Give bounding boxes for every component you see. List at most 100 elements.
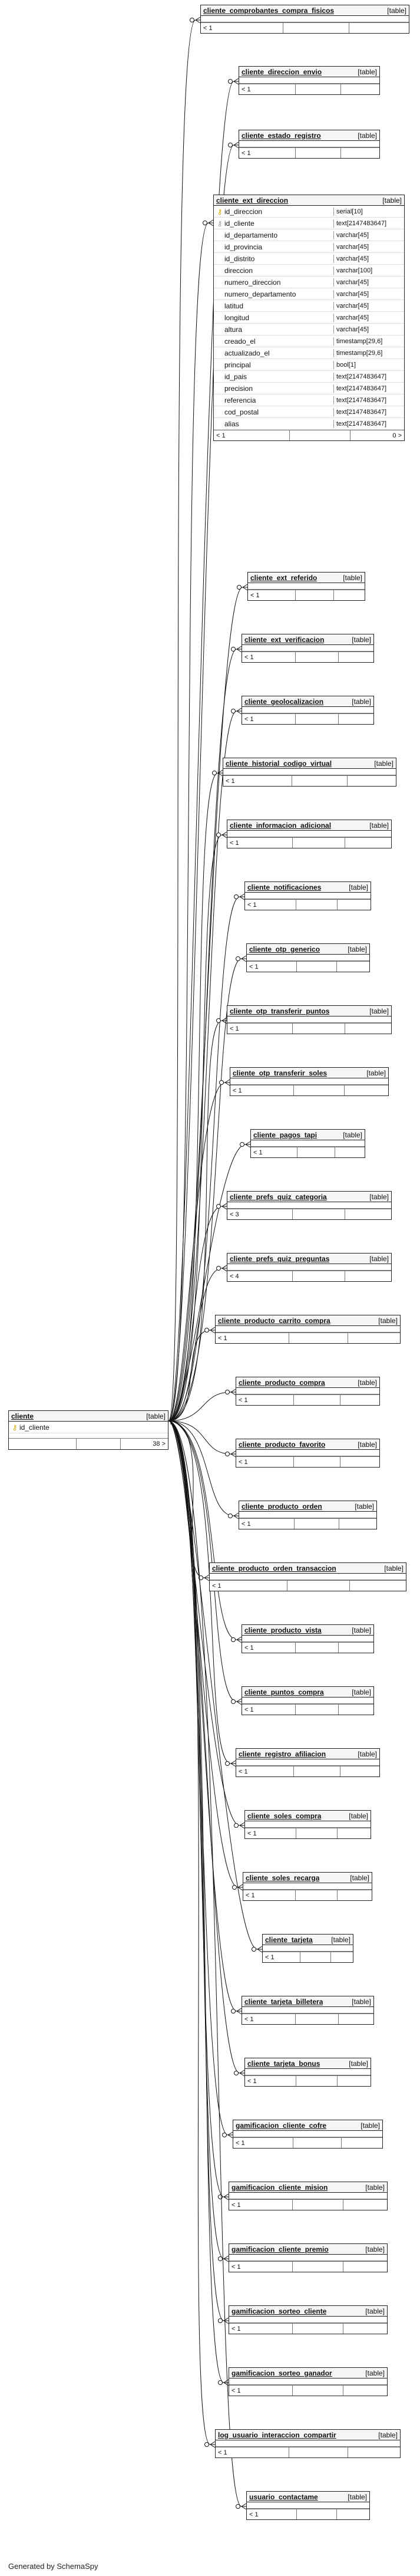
column-row[interactable]: id_departamento varchar[45] — [214, 229, 404, 241]
table-cliente-ext-verificacion[interactable]: cliente_ext_verificacion [table] < 1 — [242, 634, 374, 663]
table-name[interactable]: cliente_soles_compra — [247, 1812, 321, 1820]
table-header: cliente [table] — [9, 1411, 168, 1422]
table-gamificacion-cliente-cofre[interactable]: gamificacion_cliente_cofre [table] < 1 — [233, 2120, 383, 2149]
table-cliente[interactable]: cliente [table] ⚷ id_cliente 38 > — [8, 1410, 168, 1450]
table-name[interactable]: cliente_producto_favorito — [239, 1440, 325, 1449]
table-name[interactable]: cliente_ext_referido — [250, 574, 317, 582]
table-name[interactable]: cliente_producto_orden_transaccion — [212, 1564, 336, 1572]
table-cliente-notificaciones[interactable]: cliente_notificaciones [table] < 1 — [244, 881, 371, 910]
table-gamificacion-cliente-mision[interactable]: gamificacion_cliente_mision [table] < 1 — [229, 2182, 388, 2210]
table-name[interactable]: cliente_otp_transferir_puntos — [230, 1007, 329, 1015]
table-cliente-prefs-quiz-preguntas[interactable]: cliente_prefs_quiz_preguntas [table] < 4 — [227, 1253, 392, 1282]
table-cliente-otp-generico[interactable]: cliente_otp_generico [table] < 1 — [246, 943, 370, 972]
table-name[interactable]: cliente_informacion_adicional — [230, 821, 331, 830]
table-name[interactable]: cliente_prefs_quiz_categoria — [230, 1193, 327, 1201]
column-row[interactable]: ⚷ id_cliente — [9, 1422, 168, 1433]
table-name[interactable]: cliente_prefs_quiz_preguntas — [230, 1255, 329, 1263]
table-spacer — [216, 2440, 400, 2447]
column-row[interactable]: numero_direccion varchar[45] — [214, 277, 404, 288]
table-gamificacion-cliente-premio[interactable]: gamificacion_cliente_premio [table] < 1 — [229, 2243, 388, 2272]
table-name[interactable]: gamificacion_cliente_premio — [232, 2245, 329, 2253]
table-name[interactable]: cliente_producto_compra — [239, 1379, 325, 1387]
table-log-usuario-interaccion-compartir[interactable]: log_usuario_interaccion_compartir [table]… — [215, 2429, 401, 2458]
column-row[interactable]: longitud varchar[45] — [214, 312, 404, 324]
table-usuario-contactame[interactable]: usuario_contactame [table] < 1 — [246, 2491, 370, 2520]
column-name: id_direccion — [224, 207, 263, 216]
table-cliente-producto-carrito-compra[interactable]: cliente_producto_carrito_compra [table] < … — [215, 1315, 401, 1344]
column-row[interactable]: referencia text[2147483647] — [214, 394, 404, 406]
table-name[interactable]: cliente_soles_recarga — [246, 1874, 319, 1882]
table-name[interactable]: cliente_ext_verificacion — [244, 636, 324, 644]
column-row[interactable]: precision text[2147483647] — [214, 383, 404, 394]
table-name[interactable]: cliente_geolocalizacion — [244, 698, 323, 706]
table-name[interactable]: cliente_otp_transferir_soles — [233, 1069, 327, 1077]
table-cliente-geolocalizacion[interactable]: cliente_geolocalizacion [table] < 1 — [242, 696, 374, 725]
table-name[interactable]: cliente_producto_orden — [242, 1502, 322, 1511]
column-row[interactable]: ⚷ id_cliente text[2147483647] — [214, 218, 404, 229]
table-cliente-producto-orden[interactable]: cliente_producto_orden [table] < 1 — [239, 1501, 377, 1529]
table-cliente-producto-favorito[interactable]: cliente_producto_favorito [table] < 1 — [236, 1439, 380, 1468]
column-row[interactable]: ⚷ id_direccion serial[10] — [214, 206, 404, 218]
table-cliente-estado-registro[interactable]: cliente_estado_registro [table] < 1 — [239, 130, 380, 159]
table-cliente-tarjeta-billetera[interactable]: cliente_tarjeta_billetera [table] < 1 — [242, 1996, 374, 2025]
table-name[interactable]: cliente_pagos_tapi — [253, 1131, 317, 1139]
table-name[interactable]: log_usuario_interaccion_compartir — [218, 2431, 336, 2439]
table-gamificacion-sorteo-ganador[interactable]: gamificacion_sorteo_ganador [table] < 1 — [229, 2367, 388, 2396]
table-cliente-producto-vista[interactable]: cliente_producto_vista [table] < 1 — [242, 1624, 374, 1653]
table-name[interactable]: cliente_registro_afiliacion — [239, 1750, 326, 1758]
table-cliente-direccion-envio[interactable]: cliente_direccion_envio [table] < 1 — [239, 66, 380, 95]
table-cliente-producto-orden-transaccion[interactable]: cliente_producto_orden_transaccion [table… — [209, 1562, 406, 1591]
table-cliente-prefs-quiz-categoria[interactable]: cliente_prefs_quiz_categoria [table] < 3 — [227, 1191, 392, 1220]
column-row[interactable]: cod_postal text[2147483647] — [214, 406, 404, 418]
table-gamificacion-sorteo-cliente[interactable]: gamificacion_sorteo_cliente [table] < 1 — [229, 2305, 388, 2334]
table-cliente-historial-codigo-virtual[interactable]: cliente_historial_codigo_virtual [table] <… — [223, 758, 396, 787]
table-name[interactable]: cliente_producto_carrito_compra — [218, 1317, 330, 1325]
table-name[interactable]: cliente_estado_registro — [242, 131, 321, 140]
column-row[interactable]: direccion varchar[100] — [214, 265, 404, 277]
table-name[interactable]: cliente_tarjeta — [265, 1936, 313, 1944]
column-row[interactable]: actualizado_el timestamp[29,6] — [214, 347, 404, 359]
table-cliente-otp-transferir-soles[interactable]: cliente_otp_transferir_soles [table] < 1 — [230, 1067, 389, 1096]
table-name[interactable]: cliente_producto_vista — [244, 1626, 322, 1634]
table-name[interactable]: cliente — [11, 1412, 34, 1420]
table-name[interactable]: gamificacion_cliente_mision — [232, 2183, 328, 2192]
table-cliente-informacion-adicional[interactable]: cliente_informacion_adicional [table] < 1 — [227, 820, 392, 848]
table-cliente-puntos-compra[interactable]: cliente_puntos_compra [table] < 1 — [242, 1686, 374, 1715]
table-name[interactable]: cliente_otp_generico — [249, 945, 320, 953]
table-cliente-registro-afiliacion[interactable]: cliente_registro_afiliacion [table] < 1 — [236, 1748, 380, 1777]
table-name[interactable]: usuario_contactame — [249, 2493, 318, 2501]
table-cliente-comprobantes-compra-fisicos[interactable]: cliente_comprobantes_compra_fisicos [tabl… — [200, 5, 409, 34]
table-name[interactable]: cliente_historial_codigo_virtual — [226, 759, 332, 768]
column-row[interactable]: id_pais text[2147483647] — [214, 371, 404, 383]
table-name[interactable]: cliente_comprobantes_compra_fisicos — [203, 6, 334, 15]
table-name[interactable]: gamificacion_sorteo_cliente — [232, 2307, 326, 2315]
column-row[interactable]: id_provincia varchar[45] — [214, 241, 404, 253]
table-cliente-producto-compra[interactable]: cliente_producto_compra [table] < 1 — [236, 1377, 380, 1406]
table-name[interactable]: cliente_ext_direccion — [216, 196, 288, 205]
table-cliente-ext-direccion[interactable]: cliente_ext_direccion [table] ⚷ id_direccio… — [213, 195, 405, 441]
table-cliente-soles-compra[interactable]: cliente_soles_compra [table] < 1 — [244, 1810, 371, 1839]
column-row[interactable]: numero_departamento varchar[45] — [214, 288, 404, 300]
table-cliente-tarjeta-bonus[interactable]: cliente_tarjeta_bonus [table] < 1 — [244, 2058, 371, 2087]
table-name[interactable]: gamificacion_cliente_cofre — [236, 2121, 326, 2130]
table-cliente-pagos-tapi[interactable]: cliente_pagos_tapi [table] < 1 — [250, 1129, 365, 1158]
table-name[interactable]: cliente_notificaciones — [247, 883, 321, 891]
table-cliente-tarjeta[interactable]: cliente_tarjeta [table] < 1 — [262, 1934, 353, 1963]
table-cliente-otp-transferir-puntos[interactable]: cliente_otp_transferir_puntos [table] < 1 — [227, 1005, 392, 1034]
column-row[interactable]: altura varchar[45] — [214, 324, 404, 335]
column-row[interactable]: latitud varchar[45] — [214, 300, 404, 312]
table-name[interactable]: cliente_direccion_envio — [242, 68, 322, 76]
table-name[interactable]: cliente_tarjeta_bonus — [247, 2060, 320, 2068]
parent-count: < 1 — [216, 2447, 289, 2457]
table-cliente-ext-referido[interactable]: cliente_ext_referido [table] < 1 — [247, 572, 365, 601]
table-cliente-soles-recarga[interactable]: cliente_soles_recarga [table] < 1 — [243, 1872, 372, 1901]
column-row[interactable]: id_distrito varchar[45] — [214, 253, 404, 265]
table-footer: < 1 — [242, 1642, 373, 1653]
table-footer: < 1 — [242, 1704, 373, 1715]
table-name[interactable]: cliente_puntos_compra — [244, 1688, 324, 1696]
column-row[interactable]: creado_el timestamp[29,6] — [214, 335, 404, 347]
column-row[interactable]: principal bool[1] — [214, 359, 404, 371]
column-row[interactable]: alias text[2147483647] — [214, 418, 404, 430]
table-name[interactable]: cliente_tarjeta_billetera — [244, 1998, 323, 2006]
table-name[interactable]: gamificacion_sorteo_ganador — [232, 2369, 332, 2377]
